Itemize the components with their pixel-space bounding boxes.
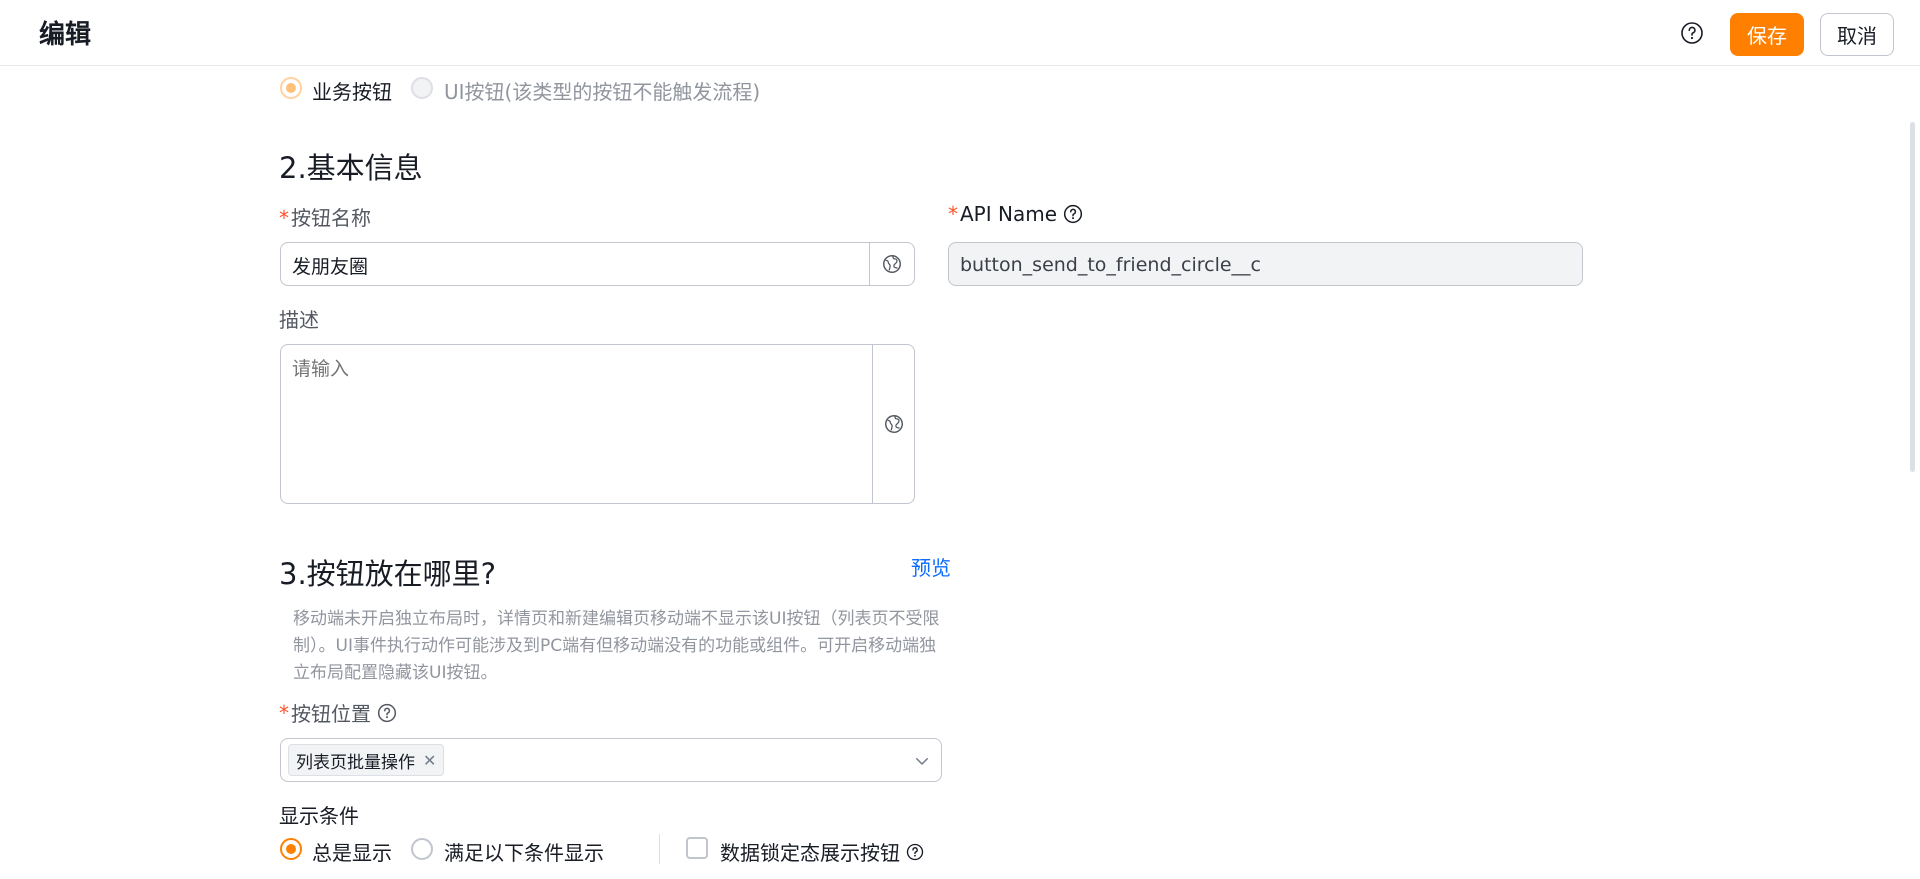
close-icon[interactable]: ✕ <box>423 751 436 770</box>
required-mark: * <box>279 700 289 725</box>
divider <box>659 834 660 864</box>
help-icon[interactable] <box>1063 204 1083 224</box>
api-name-label-text: API Name <box>960 202 1058 226</box>
lock-state-checkbox[interactable] <box>686 837 708 859</box>
help-icon[interactable] <box>1680 21 1704 45</box>
api-name-label: * API Name <box>948 202 1083 226</box>
button-name-field <box>280 242 915 286</box>
placement-hint: 移动端未开启独立布局时，详情页和新建编辑页移动端不显示该UI按钮（列表页不受限制… <box>293 609 940 683</box>
button-name-label-text: 按钮名称 <box>291 206 371 230</box>
button-position-label: * 按钮位置 <box>279 698 397 727</box>
button-position-select[interactable]: 列表页批量操作 ✕ <box>280 738 942 782</box>
chevron-down-icon <box>916 758 928 765</box>
button-name-input[interactable] <box>292 252 852 278</box>
radio-always-show-label: 总是显示 <box>312 841 392 865</box>
cancel-button[interactable]: 取消 <box>1820 13 1894 56</box>
globe-icon <box>883 255 901 273</box>
top-bar: 编辑 保存 取消 <box>0 0 1920 66</box>
save-button[interactable]: 保存 <box>1730 13 1804 56</box>
required-mark: * <box>279 206 289 230</box>
help-icon[interactable] <box>377 703 397 723</box>
api-name-field <box>948 242 1583 286</box>
required-mark: * <box>948 202 958 226</box>
radio-always-show[interactable] <box>280 838 302 860</box>
translate-button[interactable] <box>872 345 914 503</box>
section-placement-title: 3.按钮放在哪里? <box>279 557 497 591</box>
preview-link[interactable]: 预览 <box>911 552 951 581</box>
display-condition-label: 显示条件 <box>279 804 359 828</box>
radio-conditional-show[interactable] <box>411 838 433 860</box>
button-name-label: * 按钮名称 <box>279 202 371 231</box>
radio-business-label: 业务按钮 <box>312 80 392 104</box>
radio-ui-label: UI按钮(该类型的按钮不能触发流程) <box>444 80 761 104</box>
page-title: 编辑 <box>39 20 92 50</box>
section-basic-info-title: 2.基本信息 <box>279 151 423 185</box>
translate-button[interactable] <box>869 243 914 285</box>
position-tag: 列表页批量操作 ✕ <box>288 744 445 776</box>
radio-business-button[interactable] <box>280 77 302 99</box>
lock-state-label: 数据锁定态展示按钮 <box>720 837 924 866</box>
api-name-input[interactable] <box>960 252 1560 278</box>
help-icon[interactable] <box>906 843 924 861</box>
lock-state-label-text: 数据锁定态展示按钮 <box>720 841 900 865</box>
globe-icon <box>884 415 903 433</box>
button-position-label-text: 按钮位置 <box>291 702 371 726</box>
radio-ui-button[interactable] <box>411 77 433 99</box>
position-tag-label: 列表页批量操作 <box>296 752 415 773</box>
description-field <box>280 344 915 504</box>
description-textarea[interactable] <box>292 354 862 494</box>
scrollbar[interactable] <box>1910 122 1915 472</box>
radio-conditional-show-label: 满足以下条件显示 <box>444 841 604 865</box>
description-label: 描述 <box>279 308 319 332</box>
